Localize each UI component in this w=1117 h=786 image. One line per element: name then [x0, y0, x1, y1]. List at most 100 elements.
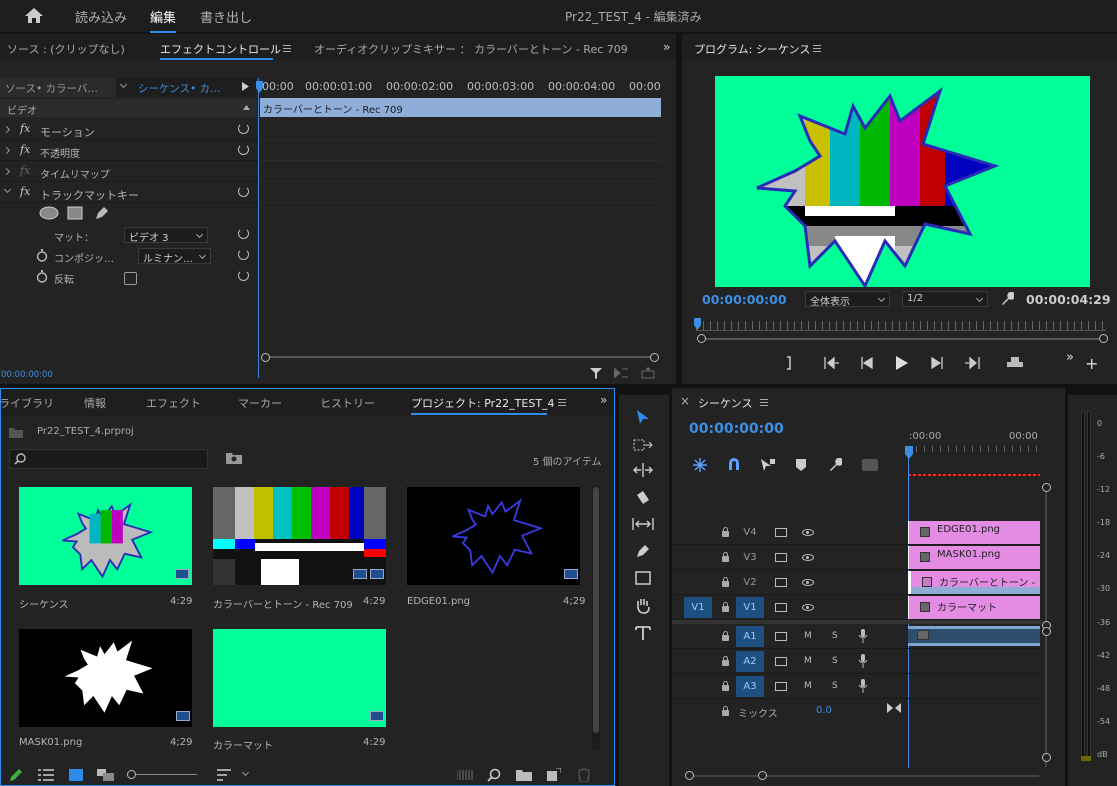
home-icon[interactable]	[24, 7, 44, 24]
fx-icon[interactable]: fx	[20, 185, 30, 198]
microphone-icon[interactable]	[858, 629, 868, 643]
resolution-dropdown[interactable]: 1/2	[902, 291, 988, 307]
ec-clip-bar[interactable]: カラーバーとトーン - Rec 709	[260, 98, 661, 117]
step-back-icon[interactable]	[860, 356, 874, 370]
composite-dropdown[interactable]: ルミナン…	[138, 248, 211, 265]
mute-button[interactable]: M	[804, 631, 812, 641]
workspace-export-tab[interactable]: 書き出し	[200, 7, 252, 26]
program-zoom-scrollbar[interactable]	[697, 334, 1109, 344]
clip-edge[interactable]: EDGE01.png	[908, 521, 1040, 544]
expand-icon[interactable]	[2, 167, 11, 176]
expand-icon[interactable]	[2, 125, 11, 134]
effect-row-time-remap[interactable]: fx タイムリマップ	[0, 161, 257, 182]
pen-mask-icon[interactable]	[94, 205, 110, 221]
sync-lock-icon[interactable]	[775, 553, 787, 562]
lock-icon[interactable]	[722, 577, 729, 587]
track-label[interactable]: V1	[736, 597, 764, 618]
lift-icon[interactable]	[1005, 356, 1025, 368]
close-tab-icon[interactable]: ×	[680, 394, 690, 408]
workspace-import-tab[interactable]: 読み込み	[75, 7, 127, 26]
microphone-icon[interactable]	[858, 654, 868, 668]
track-label[interactable]: A2	[736, 651, 764, 672]
workspace-edit-tab[interactable]: 編集	[150, 7, 177, 33]
ripple-edit-tool-icon[interactable]	[633, 463, 653, 477]
tab-library[interactable]: ライブラリ	[0, 395, 54, 411]
program-timecode[interactable]: 00:00:00:00	[702, 292, 787, 307]
timeline-vertical-zoom[interactable]	[1042, 483, 1051, 773]
razor-tool-icon[interactable]	[635, 490, 651, 506]
lock-icon[interactable]	[722, 552, 729, 562]
effect-row-opacity[interactable]: fx 不透明度	[0, 140, 257, 161]
reverse-checkbox[interactable]	[124, 272, 137, 285]
pencil-icon[interactable]	[9, 768, 23, 782]
mark-out-icon[interactable]	[785, 356, 793, 370]
mute-button[interactable]: M	[804, 656, 812, 666]
rectangle-tool-icon[interactable]	[635, 571, 651, 585]
fx-icon[interactable]: fx	[20, 122, 30, 135]
tab-effects[interactable]: エフェクト	[146, 395, 201, 411]
play-icon[interactable]	[242, 82, 249, 91]
stopwatch-icon[interactable]	[36, 249, 48, 262]
tab-project[interactable]: プロジェクト: Pr22_TEST_4	[411, 395, 555, 411]
eye-icon[interactable]	[802, 604, 814, 611]
reset-icon[interactable]	[238, 186, 249, 197]
sort-icon[interactable]	[217, 769, 233, 781]
eye-icon[interactable]	[802, 579, 814, 586]
mute-button[interactable]: M	[804, 681, 812, 691]
panel-menu-icon[interactable]	[813, 45, 821, 52]
zoom-dropdown[interactable]: 全体表示	[805, 291, 890, 308]
lock-icon[interactable]	[722, 681, 729, 691]
program-time-ruler[interactable]	[696, 321, 1106, 331]
ec-zoom-scrollbar[interactable]	[261, 353, 659, 362]
track-label[interactable]: A1	[736, 626, 764, 647]
new-item-icon[interactable]	[547, 768, 561, 782]
solo-button[interactable]: S	[832, 681, 838, 691]
chevron-down-icon[interactable]	[241, 768, 250, 777]
effect-row-motion[interactable]: fx モーション	[0, 119, 257, 140]
sync-lock-icon[interactable]	[775, 682, 787, 691]
pen-tool-icon[interactable]	[635, 543, 651, 559]
program-video-frame[interactable]	[715, 76, 1090, 290]
go-to-in-icon[interactable]	[824, 356, 840, 370]
project-scrollbar[interactable]	[592, 485, 600, 751]
timeline-timecode[interactable]: 00:00:00:00	[689, 421, 784, 437]
new-bin-icon[interactable]	[516, 769, 532, 781]
add-marker-icon[interactable]	[796, 459, 806, 471]
tab-effect-controls[interactable]: エフェクトコントロール	[160, 41, 281, 57]
stopwatch-icon[interactable]	[36, 270, 48, 283]
selection-tool-icon[interactable]	[636, 409, 650, 425]
reset-icon[interactable]	[238, 144, 249, 155]
track-select-tool-icon[interactable]	[633, 438, 653, 452]
playhead-icon[interactable]	[256, 81, 263, 93]
playhead-icon[interactable]	[694, 318, 701, 330]
sync-lock-icon[interactable]	[775, 578, 787, 587]
reset-icon[interactable]	[238, 249, 249, 260]
step-forward-icon[interactable]	[930, 356, 944, 370]
rectangle-mask-icon[interactable]	[67, 206, 83, 220]
matte-dropdown[interactable]: ビデオ 3	[124, 227, 208, 244]
sync-lock-icon[interactable]	[775, 657, 787, 666]
microphone-icon[interactable]	[858, 679, 868, 693]
clip-color-matte[interactable]: カラーマット	[908, 596, 1040, 619]
lock-icon[interactable]	[722, 706, 729, 716]
tab-sequence[interactable]: シーケンス	[698, 395, 752, 411]
mix-value[interactable]: 0.0	[816, 705, 832, 716]
sync-lock-icon[interactable]	[775, 528, 787, 537]
more-controls-icon[interactable]: »	[1066, 350, 1074, 365]
panel-menu-icon[interactable]	[760, 399, 768, 406]
ec-time-ruler[interactable]: 00:00 00:00:01:00 00:00:02:00 00:00:03:0…	[259, 80, 663, 94]
solo-button[interactable]: S	[832, 631, 838, 641]
reset-icon[interactable]	[238, 123, 249, 134]
lock-icon[interactable]	[722, 631, 729, 641]
list-view-icon[interactable]	[38, 769, 54, 781]
wrench-icon[interactable]	[1000, 292, 1014, 306]
linked-selection-icon[interactable]	[760, 458, 776, 472]
slip-tool-icon[interactable]	[632, 517, 654, 531]
tab-history[interactable]: ヒストリー	[320, 395, 375, 411]
more-tabs-icon[interactable]: »	[600, 393, 607, 407]
hand-tool-icon[interactable]	[635, 597, 651, 614]
fx-icon[interactable]: fx	[20, 143, 30, 156]
lock-icon[interactable]	[722, 527, 729, 537]
snap-icon[interactable]	[727, 458, 741, 472]
lock-icon[interactable]	[722, 602, 729, 612]
